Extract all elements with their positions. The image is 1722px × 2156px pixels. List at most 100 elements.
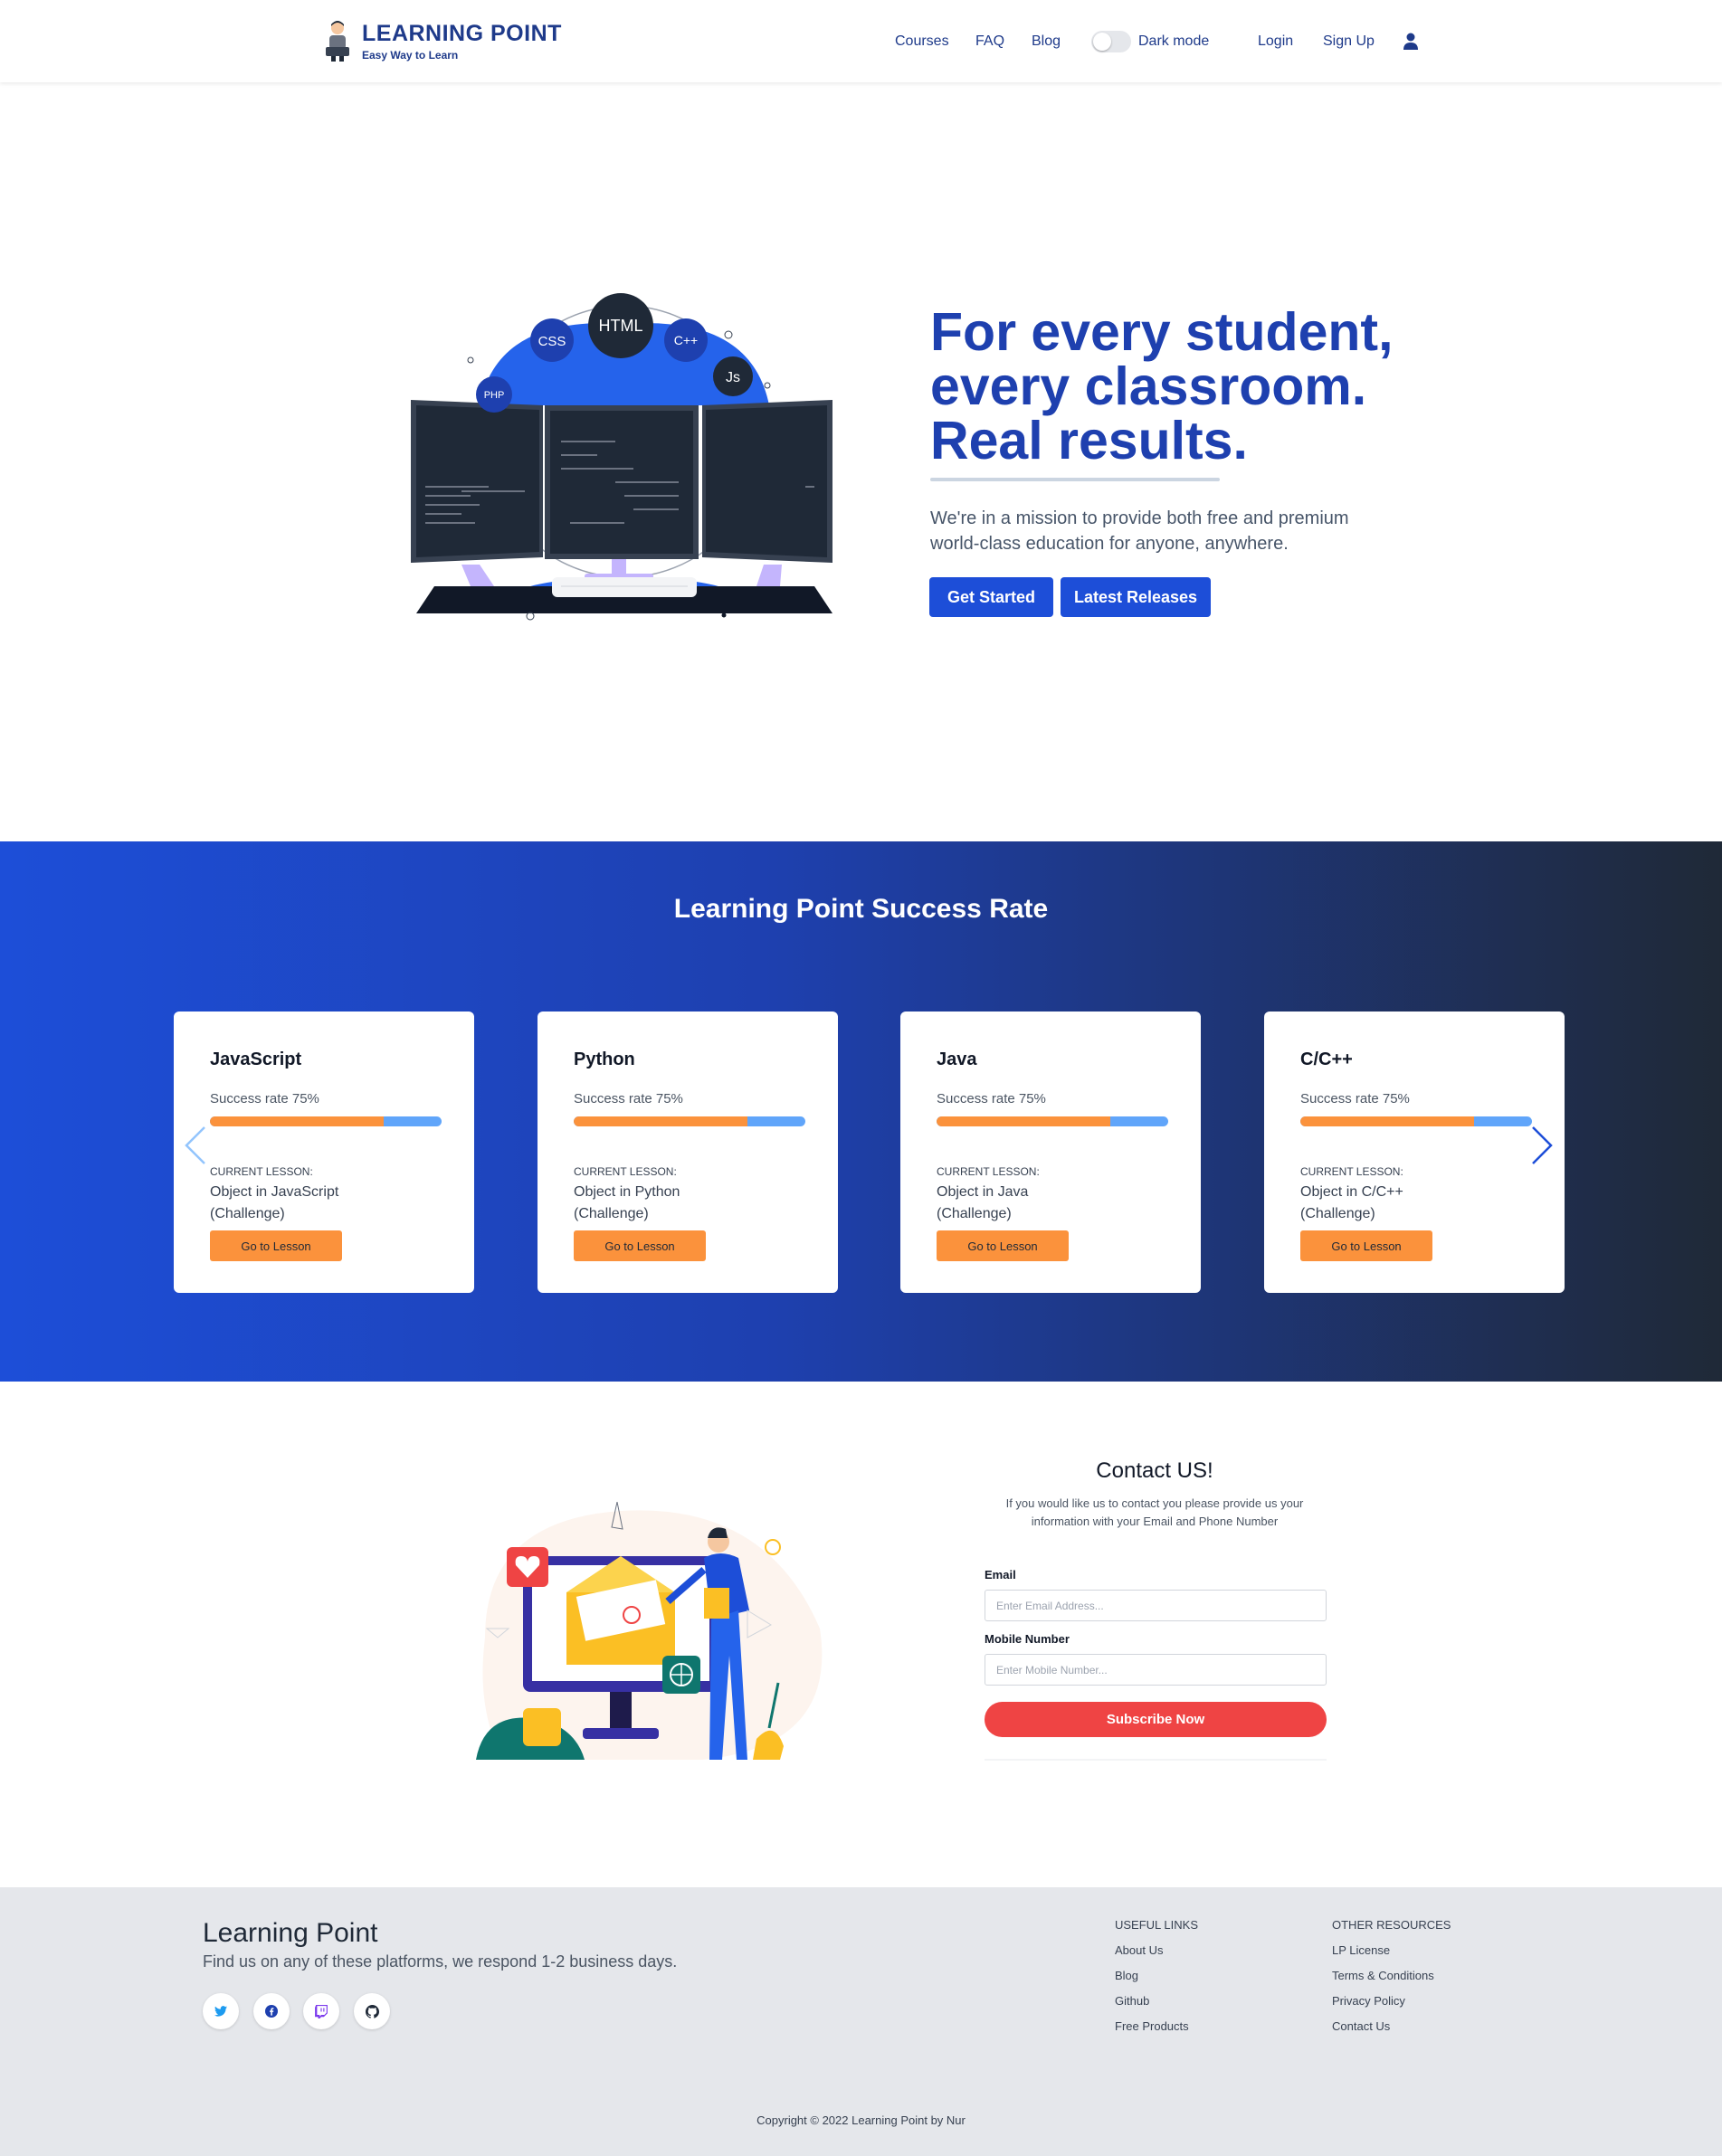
github-button[interactable]	[354, 1993, 390, 2029]
current-lesson-label: CURRENT LESSON:	[210, 1165, 313, 1178]
html-bubble-label: HTML	[599, 317, 643, 335]
navbar: LEARNING POINT Easy Way to Learn Courses…	[0, 0, 1722, 82]
dark-mode-toggle[interactable]	[1091, 31, 1131, 52]
success-rate-section: Learning Point Success Rate JavaScript S…	[0, 841, 1722, 1382]
footer: Learning Point Find us on any of these p…	[0, 1887, 1722, 2156]
lesson-line: (Challenge)	[1300, 1206, 1375, 1221]
twitter-button[interactable]	[203, 1993, 239, 2029]
course-card: C/C++ Success rate 75% CURRENT LESSON: O…	[1264, 1012, 1565, 1293]
carousel-next-arrow-icon[interactable]	[1531, 1125, 1553, 1165]
hero-description: We're in a mission to provide both free …	[930, 506, 1401, 556]
footer-link-about-us[interactable]: About Us	[1115, 1943, 1163, 1957]
course-card: Java Success rate 75% CURRENT LESSON: Ob…	[900, 1012, 1201, 1293]
divider	[985, 1759, 1327, 1761]
other-resources-heading: OTHER RESOURCES	[1332, 1918, 1451, 1932]
subscribe-button[interactable]: Subscribe Now	[985, 1702, 1327, 1737]
footer-title: Learning Point	[203, 1918, 378, 1948]
mobile-number-field[interactable]	[985, 1654, 1327, 1686]
success-rate-bar	[937, 1116, 1168, 1126]
success-rate-text: Success rate 75%	[210, 1091, 319, 1106]
lesson-line: (Challenge)	[937, 1206, 1012, 1221]
hero-underline	[930, 478, 1220, 481]
success-rate-bar	[574, 1116, 805, 1126]
footer-link-github[interactable]: Github	[1115, 1994, 1149, 2008]
contact-description: If you would like us to contact you plea…	[985, 1495, 1325, 1531]
hero-title-line: For every student,	[930, 302, 1394, 362]
current-lesson: Object in C/C++ (Challenge)	[1300, 1182, 1536, 1225]
lesson-line: (Challenge)	[574, 1206, 649, 1221]
footer-link-lp-license[interactable]: LP License	[1332, 1943, 1390, 1957]
latest-releases-button[interactable]: Latest Releases	[1061, 577, 1211, 617]
hero-title-line: Real results.	[930, 411, 1248, 470]
success-rate-bar-fill	[210, 1116, 384, 1126]
nav-faq[interactable]: FAQ	[975, 33, 1004, 50]
footer-link-contact-us[interactable]: Contact Us	[1332, 2019, 1390, 2033]
carousel-prev-arrow-icon[interactable]	[185, 1125, 206, 1165]
current-lesson-label: CURRENT LESSON:	[937, 1165, 1040, 1178]
footer-link-terms[interactable]: Terms & Conditions	[1332, 1969, 1434, 1982]
lesson-line: Object in Python	[574, 1184, 680, 1200]
dark-mode-label: Dark mode	[1138, 33, 1210, 49]
hero-desc-line: world-class education for anyone, anywhe…	[930, 534, 1289, 554]
go-to-lesson-button[interactable]: Go to Lesson	[1300, 1230, 1432, 1261]
cpp-bubble-label: C++	[674, 333, 698, 347]
go-to-lesson-button[interactable]: Go to Lesson	[210, 1230, 342, 1261]
js-bubble-label: Js	[726, 370, 740, 385]
user-icon[interactable]	[1403, 33, 1419, 51]
nav-blog[interactable]: Blog	[1032, 33, 1061, 50]
current-lesson: Object in Python (Challenge)	[574, 1182, 809, 1225]
facebook-button[interactable]	[253, 1993, 290, 2029]
course-name: C/C++	[1300, 1050, 1353, 1069]
footer-subtitle: Find us on any of these platforms, we re…	[203, 1952, 678, 1971]
success-rate-bar-fill	[937, 1116, 1110, 1126]
css-bubble-label: CSS	[538, 334, 566, 349]
lesson-line: Object in JavaScript	[210, 1184, 339, 1200]
twitch-button[interactable]	[303, 1993, 339, 2029]
twitch-icon	[315, 2004, 328, 2018]
hero-coding-illustration: HTML CSS C++ Js PHP	[411, 293, 832, 621]
email-label: Email	[985, 1568, 1016, 1581]
useful-links-heading: USEFUL LINKS	[1115, 1918, 1198, 1932]
section-title: Learning Point Success Rate	[673, 894, 1049, 924]
lesson-line: Object in C/C++	[1300, 1184, 1403, 1200]
lesson-line: Object in Java	[937, 1184, 1029, 1200]
course-name: Java	[937, 1050, 977, 1069]
footer-link-blog[interactable]: Blog	[1115, 1969, 1138, 1982]
email-field[interactable]	[985, 1590, 1327, 1621]
lesson-line: (Challenge)	[210, 1206, 285, 1221]
go-to-lesson-button[interactable]: Go to Lesson	[574, 1230, 706, 1261]
nav-signup[interactable]: Sign Up	[1323, 33, 1375, 50]
hero-desc-line: We're in a mission to provide both free …	[930, 508, 1349, 528]
success-rate-bar-fill	[574, 1116, 747, 1126]
nav-login[interactable]: Login	[1258, 33, 1293, 50]
current-lesson: Object in Java (Challenge)	[937, 1182, 1172, 1225]
footer-link-privacy[interactable]: Privacy Policy	[1332, 1994, 1405, 2008]
success-rate-text: Success rate 75%	[574, 1091, 683, 1106]
twitter-icon	[214, 2006, 227, 2017]
current-lesson: Object in JavaScript (Challenge)	[210, 1182, 445, 1225]
success-rate-bar	[210, 1116, 442, 1126]
success-rate-text: Success rate 75%	[937, 1091, 1046, 1106]
contact-illustration	[476, 1502, 823, 1760]
course-card: JavaScript Success rate 75% CURRENT LESS…	[174, 1012, 474, 1293]
current-lesson-label: CURRENT LESSON:	[574, 1165, 677, 1178]
course-card: Python Success rate 75% CURRENT LESSON: …	[538, 1012, 838, 1293]
nav-links: Courses FAQ Blog Dark mode Login Sign Up	[0, 31, 1722, 52]
go-to-lesson-button[interactable]: Go to Lesson	[937, 1230, 1069, 1261]
github-icon	[365, 2004, 379, 2018]
get-started-button[interactable]: Get Started	[929, 577, 1053, 617]
nav-courses[interactable]: Courses	[895, 33, 949, 50]
success-rate-bar	[1300, 1116, 1532, 1126]
contact-desc-line: If you would like us to contact you plea…	[1005, 1496, 1304, 1510]
copyright: Copyright © 2022 Learning Point by Nur	[756, 2113, 966, 2127]
mobile-label: Mobile Number	[985, 1632, 1070, 1646]
facebook-icon	[265, 2005, 278, 2018]
hero-title: For every student, every classroom. Real…	[930, 305, 1473, 468]
toggle-knob	[1093, 33, 1111, 51]
success-rate-text: Success rate 75%	[1300, 1091, 1410, 1106]
footer-link-free-products[interactable]: Free Products	[1115, 2019, 1189, 2033]
contact-title: Contact US!	[1096, 1458, 1213, 1483]
course-name: JavaScript	[210, 1050, 302, 1069]
contact-desc-line: information with your Email and Phone Nu…	[1031, 1515, 1279, 1528]
php-bubble-label: PHP	[484, 390, 505, 401]
